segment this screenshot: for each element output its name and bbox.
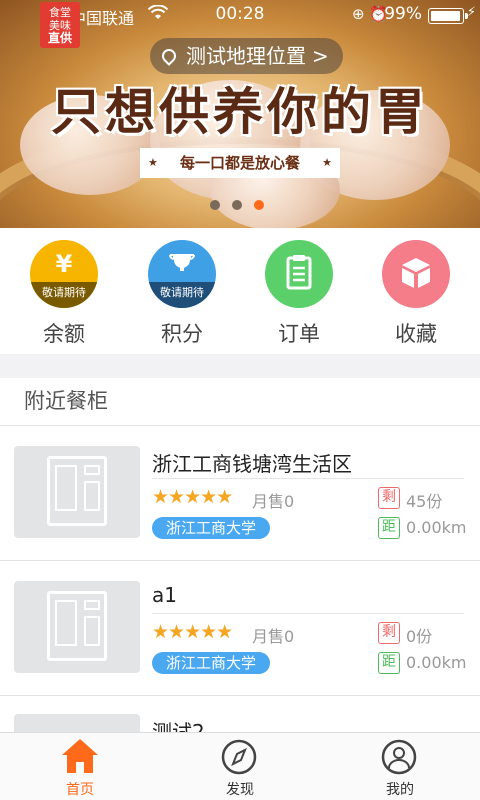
carousel-dot-active[interactable] bbox=[254, 200, 264, 210]
list-item[interactable]: 浙江工商钱塘湾生活区 ★★★★★ 月售0 浙江工商大学 剩 45份 距 0.00… bbox=[0, 426, 480, 560]
logo-line: 食堂 bbox=[49, 6, 71, 19]
list-item[interactable]: 测试2 bbox=[0, 696, 480, 732]
distance-value: 0.00km bbox=[406, 653, 467, 672]
carousel-dot[interactable] bbox=[232, 200, 242, 210]
battery-percent: 99% bbox=[384, 4, 422, 24]
quick-balance[interactable]: ¥ 敬请期待 余额 bbox=[4, 240, 124, 348]
remaining-mark: 剩 bbox=[378, 487, 400, 509]
cabinet-name: 浙江工商钱塘湾生活区 bbox=[152, 452, 352, 476]
monthly-sales: 月售0 bbox=[252, 627, 295, 646]
remaining-count: 0份 bbox=[406, 627, 433, 646]
coming-soon-badge: 敬请期待 bbox=[30, 282, 98, 308]
clipboard-icon bbox=[265, 240, 333, 308]
nearby-list: 浙江工商钱塘湾生活区 ★★★★★ 月售0 浙江工商大学 剩 45份 距 0.00… bbox=[0, 426, 480, 732]
vending-cabinet-image bbox=[14, 714, 140, 732]
location-selector[interactable]: 测试地理位置 > bbox=[150, 38, 343, 74]
rating-stars: ★★★★★ bbox=[152, 621, 233, 643]
tab-home[interactable]: 首页 bbox=[0, 733, 160, 800]
quick-favorites[interactable]: 收藏 bbox=[356, 240, 476, 348]
tab-discover[interactable]: 发现 bbox=[160, 733, 320, 800]
location-text: 测试地理位置 bbox=[186, 44, 306, 68]
list-item[interactable]: a1 ★★★★★ 月售0 浙江工商大学 剩 0份 距 0.00km bbox=[0, 561, 480, 695]
cabinet-name: 测试2 bbox=[152, 720, 205, 732]
quick-points[interactable]: 敬请期待 积分 bbox=[122, 240, 242, 348]
tab-mine[interactable]: 我的 bbox=[320, 733, 480, 800]
tab-label: 首页 bbox=[66, 782, 94, 798]
quick-actions: ¥ 敬请期待 余额 敬请期待 积分 订单 收藏 bbox=[0, 228, 480, 354]
quick-label: 订单 bbox=[278, 322, 320, 346]
carousel-dot[interactable] bbox=[210, 200, 220, 210]
section-title-nearby: 附近餐柜 bbox=[0, 378, 480, 426]
remaining-count: 45份 bbox=[406, 492, 443, 511]
trophy-icon: 敬请期待 bbox=[148, 240, 216, 308]
banner-ribbon: 每一口都是放心餐 bbox=[140, 148, 340, 178]
vending-cabinet-image bbox=[14, 446, 140, 538]
battery-icon bbox=[428, 8, 468, 24]
cabinet-name: a1 bbox=[152, 583, 177, 607]
monthly-sales: 月售0 bbox=[252, 492, 295, 511]
bottom-tab-bar: 首页 发现 我的 bbox=[0, 732, 480, 800]
user-icon bbox=[381, 739, 417, 775]
compass-icon bbox=[221, 739, 257, 775]
school-tag: 浙江工商大学 bbox=[152, 517, 271, 539]
quick-orders[interactable]: 订单 bbox=[239, 240, 359, 348]
logo-line: 直供 bbox=[47, 31, 72, 45]
coming-soon-badge: 敬请期待 bbox=[148, 282, 216, 308]
tab-label: 我的 bbox=[386, 782, 414, 798]
app-logo: 食堂 美味 直供 bbox=[40, 2, 80, 48]
quick-label: 余额 bbox=[43, 322, 85, 346]
chevron-right-icon: > bbox=[312, 44, 329, 68]
quick-label: 收藏 bbox=[395, 322, 437, 346]
school-tag: 浙江工商大学 bbox=[152, 652, 271, 674]
banner-slogan: 只想供养你的胃 bbox=[51, 82, 429, 141]
remaining-mark: 剩 bbox=[378, 622, 400, 644]
carousel-indicator bbox=[210, 200, 264, 210]
tab-label: 发现 bbox=[226, 782, 254, 798]
distance-mark: 距 bbox=[378, 652, 400, 674]
rating-stars: ★★★★★ bbox=[152, 486, 233, 508]
home-icon bbox=[62, 739, 98, 773]
location-pin-icon bbox=[159, 46, 179, 66]
charging-icon: ⚡ bbox=[466, 5, 476, 20]
vending-cabinet-image bbox=[14, 581, 140, 673]
quick-label: 积分 bbox=[161, 322, 203, 346]
distance-value: 0.00km bbox=[406, 518, 467, 537]
yen-icon: ¥ 敬请期待 bbox=[30, 240, 98, 308]
alarm-icon: ⊕ ⏰ bbox=[351, 5, 388, 23]
distance-mark: 距 bbox=[378, 517, 400, 539]
box-icon bbox=[382, 240, 450, 308]
